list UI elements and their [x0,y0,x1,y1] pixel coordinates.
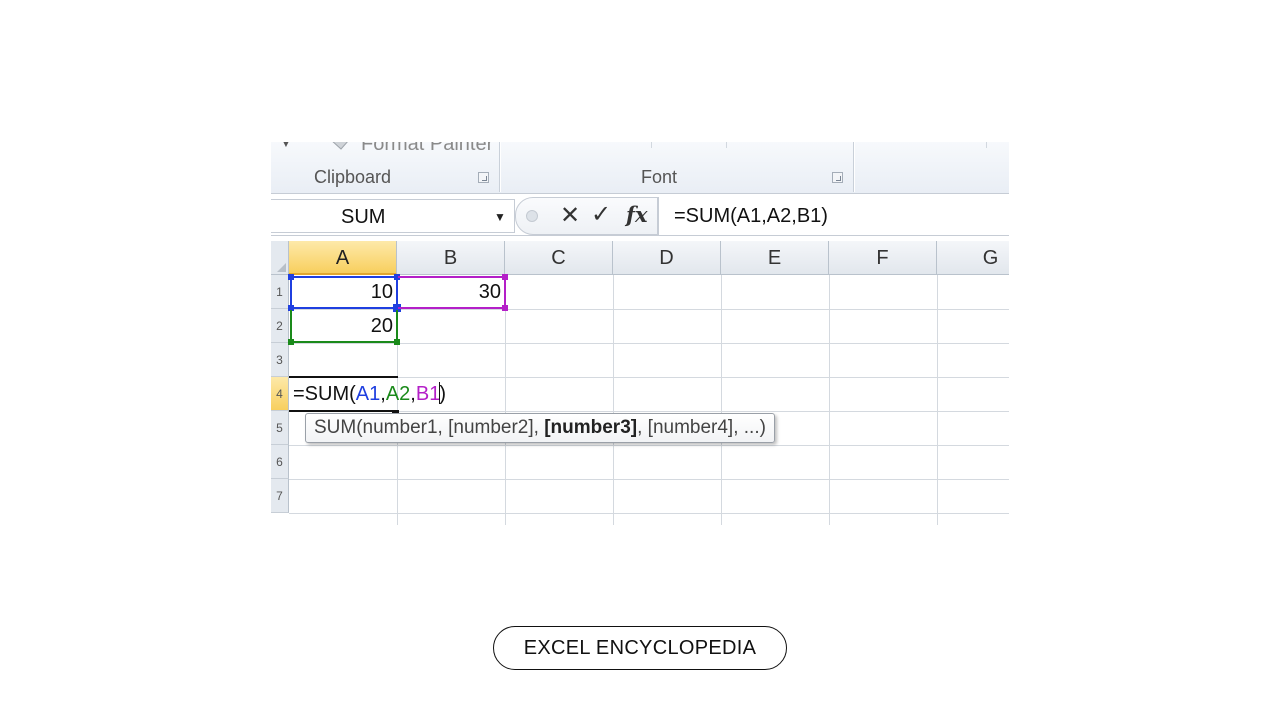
edit-ref-b1: B1 [415,383,441,405]
formula-buttons: ✕ ✓ fx [515,197,658,235]
resize-handle[interactable] [288,274,294,280]
excel-screenshot: ▼ Format Painter Clipboard Font SUM ▼ ✕ … [271,142,1009,525]
resize-handle[interactable] [394,339,400,345]
column-header-c[interactable]: C [505,241,613,275]
dropdown-arrow-icon[interactable]: ▼ [281,142,291,150]
resize-handle[interactable] [502,274,508,280]
grid-line [613,275,614,525]
column-header-b[interactable]: B [397,241,505,275]
grid-line [721,275,722,525]
font-launcher-icon[interactable] [832,172,843,183]
ribbon-tick [726,142,727,148]
enter-checkmark-icon[interactable]: ✓ [591,200,611,229]
excel-encyclopedia-badge: EXCEL ENCYCLOPEDIA [493,626,787,670]
cell-edit-text[interactable]: =SUM(A1,A2,B1) [293,381,446,407]
row-header-3[interactable]: 3 [271,343,289,377]
clipboard-launcher-icon[interactable] [478,172,489,183]
resize-handle[interactable] [502,305,508,311]
format-painter-icon [332,142,348,150]
edit-close: ) [439,383,446,405]
ref-box-a2 [288,310,400,345]
select-all-corner[interactable] [271,241,289,275]
ribbon-tick [651,142,652,148]
column-header-d[interactable]: D [613,241,721,275]
ribbon-tick [986,142,987,148]
clipboard-group-label: Clipboard [314,167,392,187]
tooltip-args-start: SUM(number1, [number2], [314,417,545,438]
group-divider [853,142,854,192]
row-header-5[interactable]: 5 [271,411,289,445]
grid-line [289,513,1009,514]
font-group-label: Font [641,167,678,187]
ribbon: ▼ Format Painter Clipboard Font [271,142,1009,194]
format-painter-label[interactable]: Format Painter [361,142,493,156]
format-painter-row[interactable]: ▼ Format Painter [271,142,499,156]
row-header-1[interactable]: 1 [271,275,289,309]
row-header-7[interactable]: 7 [271,479,289,513]
ref-box-a1 [288,274,401,312]
edit-ref-a1: A1 [355,383,381,405]
edit-prefix: =SUM( [293,383,356,405]
resize-grip-icon[interactable] [526,210,538,222]
resize-handle[interactable] [288,339,294,345]
group-divider [499,142,500,192]
grid-line [937,275,938,525]
row-header-4[interactable]: 4 [271,377,289,411]
grid-line [289,479,1009,480]
column-header-g[interactable]: G [937,241,1009,275]
formula-bar: SUM ▼ ✕ ✓ fx =SUM(A1,A2,B1) [271,195,1009,236]
grid-line [505,275,506,525]
row-header-6[interactable]: 6 [271,445,289,479]
tooltip-args-end: , [number4], ...) [637,417,766,438]
column-header-f[interactable]: F [829,241,937,275]
grid-line [289,445,1009,446]
grid-line [829,275,830,525]
row-header-2[interactable]: 2 [271,309,289,343]
cancel-icon[interactable]: ✕ [560,201,580,230]
name-box-value: SUM [341,206,386,228]
column-header-e[interactable]: E [721,241,829,275]
function-tooltip: SUM(number1, [number2], [number3], [numb… [305,413,775,443]
name-box[interactable]: SUM ▼ [271,199,515,233]
edit-ref-a2: A2 [385,383,411,405]
formula-text: =SUM(A1,A2,B1) [674,205,828,227]
ref-box-b1 [398,274,508,311]
tooltip-current-arg[interactable]: [number3] [544,417,637,438]
formula-input[interactable]: =SUM(A1,A2,B1) [658,197,1009,235]
insert-function-icon[interactable]: fx [626,202,648,227]
chevron-down-icon[interactable]: ▼ [494,210,506,224]
column-header-a[interactable]: A [289,241,397,275]
